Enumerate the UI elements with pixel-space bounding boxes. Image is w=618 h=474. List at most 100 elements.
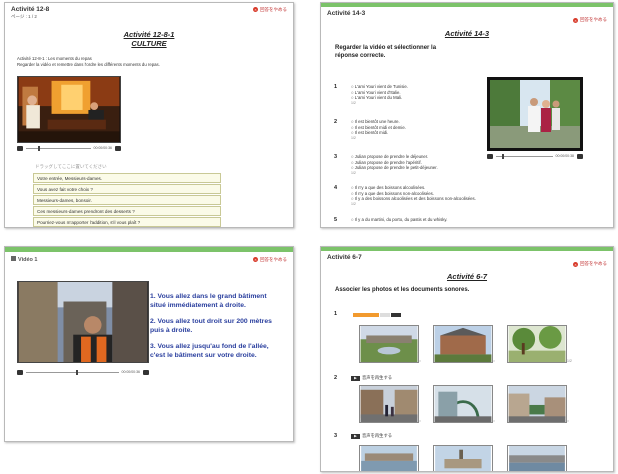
close-circle-icon: × <box>253 7 258 12</box>
restaurant-video-frame <box>18 77 120 142</box>
close-circle-icon: × <box>573 17 578 23</box>
question-number: 3 <box>334 154 338 160</box>
radio-option[interactable]: ○ <box>419 419 421 423</box>
quit-button[interactable]: × 回答をやめる <box>573 17 607 23</box>
question-2-options: ○ Il est bientôt une heure. ○ Il est bie… <box>351 119 406 141</box>
speaker-icon: ▶ <box>351 433 360 439</box>
draggable-item[interactable]: Vous avez fait votre choix ? <box>33 184 221 194</box>
progress-track <box>380 312 390 317</box>
audio-progress-bar[interactable] <box>353 312 403 317</box>
panel-header: Activité 14-3 <box>321 7 613 17</box>
play-audio-button[interactable]: ▶ 音声を再生する <box>351 433 392 439</box>
audio-control[interactable] <box>391 312 401 317</box>
row-number: 3 <box>334 433 338 439</box>
seek-bar[interactable] <box>26 145 91 151</box>
quit-button[interactable]: × 回答をやめる <box>253 257 287 263</box>
player-controls: 00:00/00:38 <box>487 153 583 159</box>
panel-title: Activité 12-8 <box>11 6 50 13</box>
direction-3: 3. Vous allez jusqu'au fond de l'allée, … <box>150 343 269 359</box>
activity-title: Activité 14-3 <box>444 29 490 38</box>
player-time: 00:00/00:36 <box>121 370 141 374</box>
score: 1/2 <box>351 135 356 140</box>
panel-title: Activité 14-3 <box>327 10 366 17</box>
activity-title: Activité 6-7 <box>446 272 488 281</box>
panel-title: Vidéo 1 <box>11 256 37 263</box>
draggable-item[interactable]: Pourriez-vous m'apporter l'addition, s'i… <box>33 217 221 227</box>
activity-subtitle: CULTURE <box>131 39 167 48</box>
radio-option[interactable]: ○ <box>493 359 495 363</box>
video-player[interactable] <box>17 281 149 363</box>
row-number: 2 <box>334 375 338 381</box>
photo-metro-entrance[interactable] <box>433 385 493 423</box>
volume-button[interactable] <box>577 153 583 159</box>
play-button[interactable] <box>487 153 493 159</box>
radio-option[interactable]: ○ Il y a des boissons alcoolisées et des… <box>351 196 476 202</box>
question-number: 2 <box>334 119 338 125</box>
question-5-options: ○ Il y a du martini, du porto, du pastis… <box>351 217 447 223</box>
radio-option[interactable]: ○ <box>493 419 495 423</box>
photo-monument[interactable] <box>433 445 493 472</box>
radio-option[interactable]: ○ <box>567 419 569 423</box>
score: 1/2 <box>351 100 356 105</box>
drop-hint: ドラッグしてここに置いてください <box>35 164 107 169</box>
direction-1: 1. Vous allez dans le grand bâtiment sit… <box>150 293 267 309</box>
player-controls: 00:00/00:36 <box>17 145 121 151</box>
video-player[interactable] <box>17 76 121 143</box>
quit-button[interactable]: × 回答をやめる <box>573 261 607 267</box>
volume-button[interactable] <box>115 145 121 151</box>
close-circle-icon: × <box>253 257 258 262</box>
activity-title: Activité 12-8-1 <box>123 30 175 39</box>
question-3-options: ○ Julian propose de prendre le déjeuner.… <box>351 154 438 176</box>
photo-river-view[interactable] <box>359 445 419 472</box>
score: 1/2 <box>351 201 356 206</box>
question-1-options: ○ L'ami Youri vient de Tunisie. ○ L'ami … <box>351 84 408 106</box>
score: 1/2 <box>351 170 356 175</box>
play-audio-button[interactable]: ▶ 音声を再生する <box>351 375 392 381</box>
radio-option[interactable]: ○ Il y a du martini, du porto, du pastis… <box>351 217 447 223</box>
draggable-item[interactable]: Votre entrée, Messieurs-dames. <box>33 173 221 183</box>
radio-option[interactable]: ○ L'ami Youri vient du Mali. <box>351 95 408 101</box>
activity-14-3-panel: Activité 14-3 × 回答をやめる Activité 14-3 Rega… <box>320 2 614 228</box>
panel-header: Vidéo 1 × 回答をやめる <box>5 252 293 263</box>
video-player[interactable] <box>487 77 583 151</box>
photo-street-crowd[interactable] <box>359 385 419 423</box>
question-number: 1 <box>334 84 338 90</box>
video-icon <box>11 256 16 261</box>
people-in-park-video-frame <box>490 80 580 148</box>
player-controls: 00:00/00:36 <box>17 369 149 375</box>
street-man-video-frame <box>18 282 148 362</box>
photo-garden-fountain[interactable] <box>359 325 419 363</box>
photo-chateau[interactable] <box>433 325 493 363</box>
question-4-options: ○ Il n'y a que des boissons alcoolisées.… <box>351 185 476 207</box>
photo-park-trees[interactable] <box>507 325 567 363</box>
draggable-item[interactable]: Messieurs-dames, bonsoir. <box>33 195 221 205</box>
panel-header: Activité 6-7 <box>321 251 613 261</box>
radio-option[interactable]: ○ <box>419 359 421 363</box>
photo-city-square[interactable] <box>507 385 567 423</box>
seek-bar[interactable] <box>496 153 553 159</box>
activity-description-2: Regarder la vidéo et remettre dans l'ord… <box>17 62 160 67</box>
panel-header: Activité 12-8 × 回答をやめる <box>5 3 293 13</box>
radio-option[interactable]: ○ Julian propose de prendre le petit-déj… <box>351 165 438 171</box>
question-number: 4 <box>334 185 338 191</box>
seek-handle[interactable] <box>502 153 504 159</box>
page-indicator: ページ : 1 / 2 <box>11 14 37 19</box>
volume-button[interactable] <box>143 369 149 375</box>
photo-waterfront[interactable] <box>507 445 567 472</box>
draggable-item[interactable]: Ces messieurs-dames prendront des desser… <box>33 206 221 216</box>
quit-button[interactable]: × 回答をやめる <box>253 7 287 13</box>
player-time: 00:00/00:38 <box>555 154 575 158</box>
play-button[interactable] <box>17 369 23 375</box>
panel-title: Activité 6-7 <box>327 254 362 261</box>
question-number: 5 <box>334 217 338 223</box>
seek-handle[interactable] <box>76 369 78 375</box>
direction-2: 2. Vous allez tout droit sur 200 mètres … <box>150 318 272 334</box>
instruction-line-2: réponse correcte. <box>335 53 386 59</box>
instruction: Associer les photos et les documents son… <box>335 287 470 293</box>
play-button[interactable] <box>17 145 23 151</box>
close-circle-icon: × <box>573 261 578 267</box>
progress-fill <box>353 312 379 317</box>
seek-bar[interactable] <box>26 369 119 375</box>
seek-handle[interactable] <box>38 145 40 151</box>
video-1-panel: Vidéo 1 × 回答をやめる 00:00/00:36 1. Vous alle… <box>4 246 294 442</box>
